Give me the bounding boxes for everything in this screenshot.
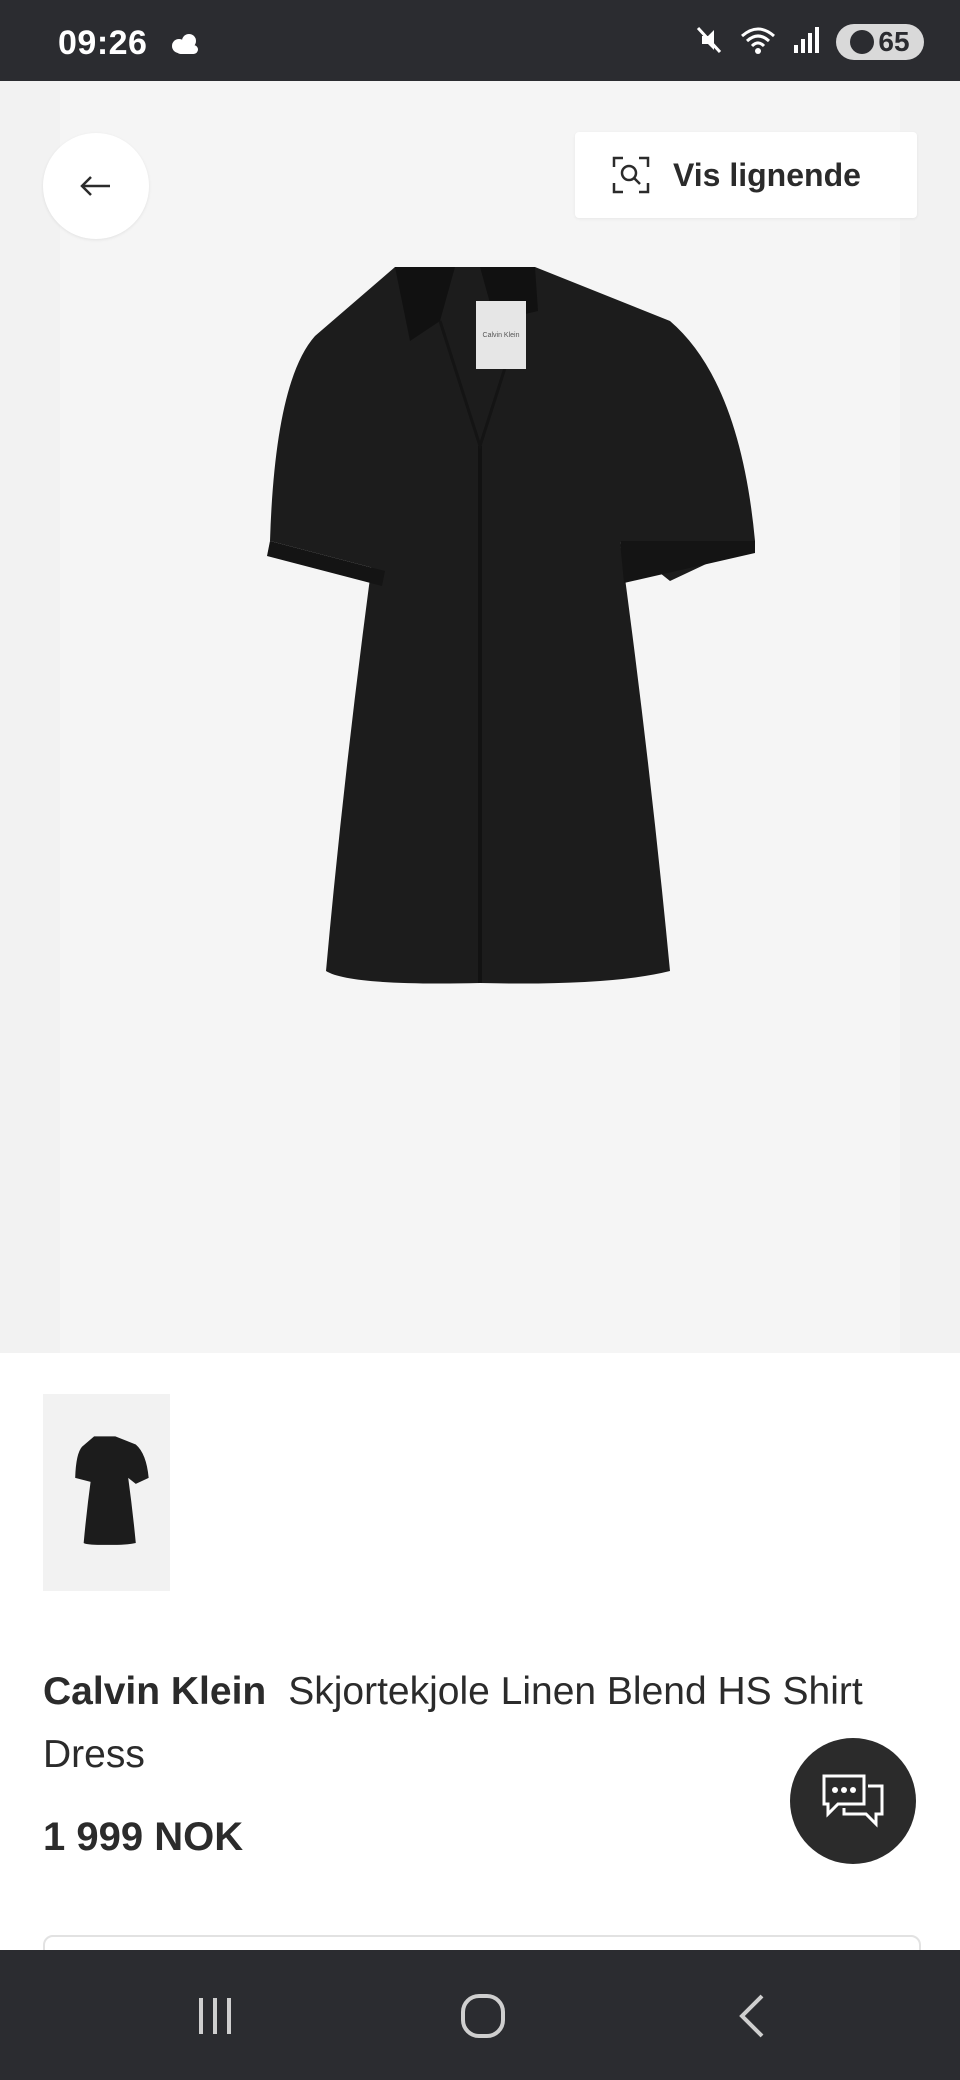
signal-icon xyxy=(792,25,822,60)
system-nav-bar xyxy=(0,1950,960,2080)
cloud-icon xyxy=(168,32,202,61)
mute-icon xyxy=(694,24,724,61)
status-time: 09:26 xyxy=(58,24,148,62)
chat-button[interactable] xyxy=(790,1738,916,1864)
chat-bubbles-icon xyxy=(822,1774,884,1828)
product-image-gallery[interactable]: Calvin Klein Vis lignende xyxy=(0,81,960,1353)
product-thumbnail[interactable] xyxy=(43,1394,170,1591)
product-title: Calvin Klein Skjortekjole Linen Blend HS … xyxy=(43,1660,863,1786)
battery-level: 65 xyxy=(878,26,910,57)
home-icon[interactable] xyxy=(443,1988,523,2044)
show-similar-label: Vis lignende xyxy=(673,156,861,193)
garment-label-text: Calvin Klein xyxy=(483,332,520,339)
power-saving-icon xyxy=(850,30,875,54)
back-icon[interactable] xyxy=(712,1988,792,2044)
arrow-left-icon xyxy=(80,176,110,196)
status-bar: 09:26 65 xyxy=(0,0,960,81)
product-price: 1 999 NOK xyxy=(43,1815,244,1859)
wifi-icon xyxy=(738,24,778,61)
back-button[interactable] xyxy=(43,133,149,239)
battery-icon: 65 xyxy=(836,24,924,60)
product-brand[interactable]: Calvin Klein xyxy=(43,1670,266,1713)
show-similar-button[interactable]: Vis lignende xyxy=(575,132,917,218)
recent-apps-icon[interactable] xyxy=(175,1988,255,2044)
product-image-dress: Calvin Klein xyxy=(267,267,755,984)
status-icons: 65 xyxy=(694,22,924,62)
thumbnail-dress-image xyxy=(74,1435,149,1545)
visual-search-icon xyxy=(612,156,650,194)
